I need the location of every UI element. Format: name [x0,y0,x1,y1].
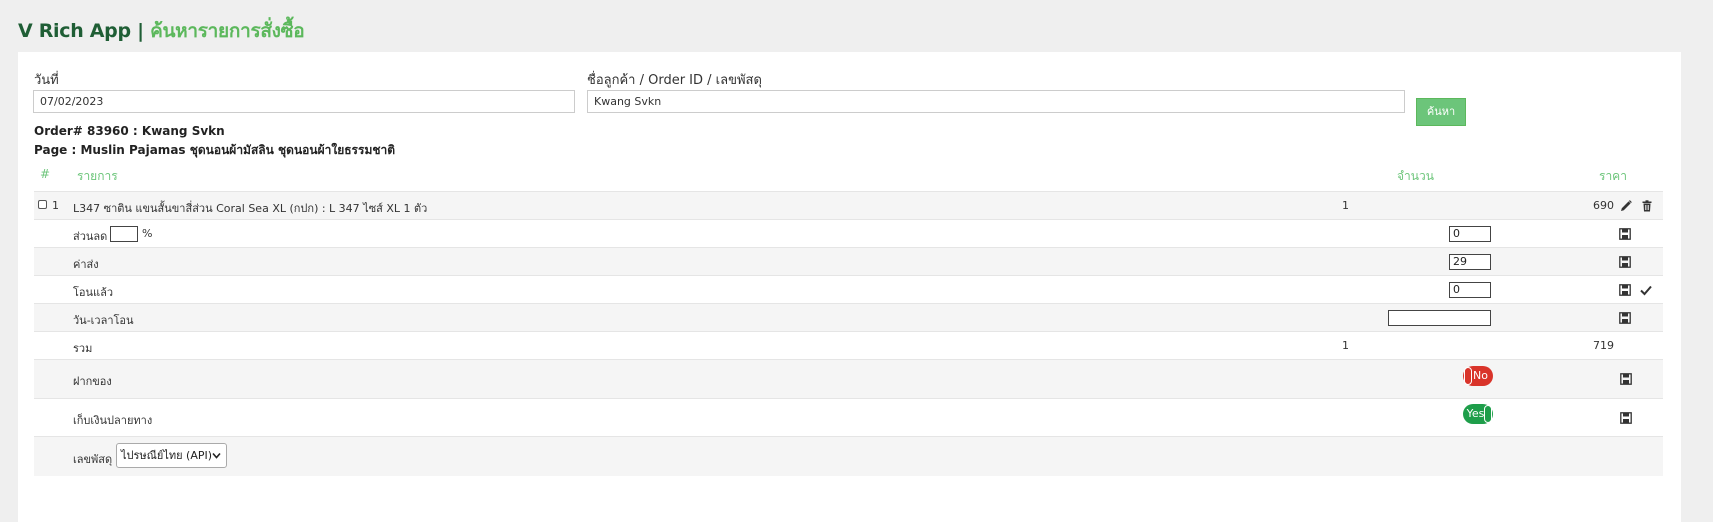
title-separator: | [137,20,144,42]
total-label: รวม [73,342,93,355]
transferred-label: โอนแล้ว [73,286,114,299]
tracking-label: เลขพัสดุ [73,453,113,466]
save-icon[interactable] [1620,373,1632,385]
search-button[interactable]: ค้นหา [1416,98,1466,126]
pencil-icon[interactable] [1620,200,1632,212]
shipping-input[interactable]: 29 [1449,254,1491,270]
item-name: L347 ซาติน แขนสั้นขาสี่ส่วน Coral Sea XL… [73,202,428,215]
date-label: วันที่ [34,73,59,88]
query-label: ชื่อลูกค้า / Order ID / เลขพัสดุ [587,73,762,88]
shipping-label: ค่าส่ง [73,258,99,271]
column-header-price: ราคา [1599,169,1627,183]
check-icon[interactable] [1640,284,1652,296]
total-price: 719 [1593,339,1614,352]
search-input[interactable]: Kwang Svkn [587,90,1405,113]
transferred-input[interactable]: 0 [1449,282,1491,298]
save-icon[interactable] [1619,256,1631,268]
save-icon[interactable] [1619,284,1631,296]
trash-icon[interactable] [1641,200,1653,212]
column-header-qty: จำนวน [1397,169,1434,183]
page-title: ค้นหารายการสั่งซื้อ [150,20,305,42]
order-page: Page : Muslin Pajamas ชุดนอนผ้ามัสลิน ชุ… [34,143,396,157]
order-search-panel: วันที่ 07/02/2023 ชื่อลูกค้า / Order ID … [18,52,1681,522]
deposit-toggle[interactable]: No [1463,366,1493,386]
cod-toggle[interactable]: Yes [1463,404,1493,424]
date-field[interactable]: 07/02/2023 [33,90,575,113]
table-row-cod: เก็บเงินปลายทาง Yes [34,398,1663,436]
save-icon[interactable] [1620,412,1632,424]
table-row-discount: ส่วนลด % 0 [34,219,1663,247]
chevron-down-icon [212,452,221,459]
discount-percent-input[interactable] [110,226,138,242]
cod-toggle-label: Yes [1466,407,1485,420]
order-number: Order# 83960 : Kwang Svkn [34,124,225,138]
deposit-toggle-label: No [1473,369,1488,382]
total-qty: 1 [1342,339,1349,352]
discount-amount-input[interactable]: 0 [1449,226,1491,242]
carrier-select[interactable]: ไปรษณีย์ไทย (API) [116,443,227,468]
item-price: 690 [1593,199,1614,212]
table-row-tracking: เลขพัสดุ ไปรษณีย์ไทย (API) [34,436,1663,476]
transfer-datetime-label: วัน-เวลาโอน [73,314,134,327]
discount-label: ส่วนลด [73,230,108,243]
percent-sign: % [142,227,153,240]
table-row-transfer-datetime: วัน-เวลาโอน [34,303,1663,331]
table-row-shipping: ค่าส่ง 29 [34,247,1663,275]
app-name: V Rich App [18,20,131,42]
save-icon[interactable] [1619,312,1631,324]
carrier-selected: ไปรษณีย์ไทย (API) [121,449,213,462]
table-row-item: 1 L347 ซาติน แขนสั้นขาสี่ส่วน Coral Sea … [34,191,1663,219]
column-header-item: รายการ [77,169,118,183]
item-qty: 1 [1342,199,1349,212]
item-checkbox[interactable] [38,200,47,209]
item-index: 1 [52,199,59,212]
table-row-transferred: โอนแล้ว 0 [34,275,1663,303]
table-row-total: รวม 1 719 [34,331,1663,359]
cod-label: เก็บเงินปลายทาง [73,414,153,427]
save-icon[interactable] [1619,228,1631,240]
table-row-deposit: ฝากของ No [34,359,1663,398]
column-header-index: # [40,167,51,181]
transfer-datetime-input[interactable] [1388,310,1491,326]
deposit-label: ฝากของ [73,375,112,388]
page-header: V Rich App | ค้นหารายการสั่งซื้อ [18,16,305,46]
